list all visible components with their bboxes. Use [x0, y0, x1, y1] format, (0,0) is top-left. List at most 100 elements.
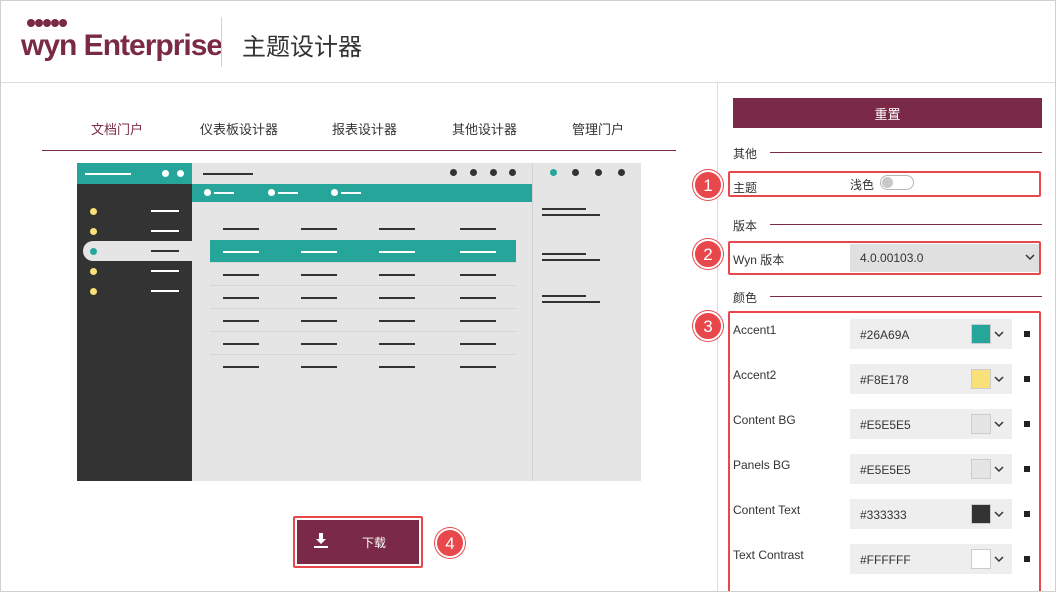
color-picker-field[interactable]: #F8E178: [850, 364, 1012, 394]
theme-toggle[interactable]: [880, 175, 914, 190]
preview-line: [214, 192, 234, 194]
version-value: 4.0.00103.0: [860, 251, 924, 265]
color-options-icon[interactable]: [1024, 421, 1030, 427]
logo-wordmark: wyn Enterprise: [21, 29, 223, 62]
color-hex-value: #E5E5E5: [860, 418, 911, 432]
preview-toolbar: [192, 184, 532, 202]
color-picker-field[interactable]: #E5E5E5: [850, 409, 1012, 439]
color-swatch: [971, 324, 991, 344]
preview-dot: [450, 169, 457, 176]
preview-line: [542, 214, 600, 216]
section-title-version: 版本: [733, 219, 758, 233]
preview-dot: [162, 170, 169, 177]
color-options-icon[interactable]: [1024, 466, 1030, 472]
color-options-icon[interactable]: [1024, 511, 1030, 517]
chevron-down-icon: [1025, 254, 1035, 261]
color-label: Content BG: [733, 413, 796, 427]
section-title-other: 其他: [733, 147, 758, 161]
preview-line: [542, 301, 600, 303]
preview-cell-line: [301, 297, 337, 299]
preview-cell-line: [223, 343, 259, 345]
preview-cell-line: [379, 297, 415, 299]
theme-preview: [77, 163, 641, 481]
color-options-icon[interactable]: [1024, 376, 1030, 382]
theme-label: 主题: [733, 181, 758, 195]
preview-cell-line: [223, 274, 259, 276]
preview-dot: [90, 288, 97, 295]
color-swatch: [971, 369, 991, 389]
preview-dot: [618, 169, 625, 176]
preview-line: [151, 250, 179, 252]
preview-cell-line: [223, 251, 259, 253]
version-select[interactable]: 4.0.00103.0: [850, 244, 1041, 272]
preview-line: [151, 270, 179, 272]
preview-dot: [177, 170, 184, 177]
section-divider: [770, 296, 1042, 297]
preview-cell-line: [460, 274, 496, 276]
preview-dot: [595, 169, 602, 176]
color-picker-field[interactable]: #26A69A: [850, 319, 1012, 349]
tab-report-designer[interactable]: 报表设计器: [332, 119, 397, 138]
color-options-icon[interactable]: [1024, 556, 1030, 562]
tab-dashboard-designer[interactable]: 仪表板设计器: [200, 119, 278, 138]
designer-tabs: 文档门户 仪表板设计器 报表设计器 其他设计器 管理门户: [42, 109, 676, 151]
preview-cell-line: [301, 228, 337, 230]
preview-line: [542, 253, 586, 255]
header: wyn Enterprise 主题设计器: [1, 1, 1055, 83]
tab-other-designers[interactable]: 其他设计器: [452, 119, 517, 138]
color-picker-field[interactable]: #FFFFFF: [850, 544, 1012, 574]
preview-cell-line: [301, 274, 337, 276]
preview-dot: [90, 268, 97, 275]
preview-cell-line: [223, 228, 259, 230]
color-hex-value: #26A69A: [860, 328, 910, 342]
preview-cell-line: [379, 274, 415, 276]
color-picker-field[interactable]: #E5E5E5: [850, 454, 1012, 484]
preview-cell-line: [301, 320, 337, 322]
preview-cell-line: [223, 366, 259, 368]
preview-cell-line: [460, 320, 496, 322]
color-swatch: [971, 549, 991, 569]
color-picker-field[interactable]: #333333: [850, 499, 1012, 529]
preview-cell-line: [379, 251, 415, 253]
preview-dot: [90, 248, 97, 255]
download-label: 下载: [362, 536, 387, 550]
preview-dot: [204, 189, 211, 196]
wyn-logo: wyn Enterprise: [21, 15, 223, 67]
preview-line: [542, 259, 600, 261]
section-title-colors: 颜色: [733, 291, 758, 305]
preview-cell-line: [460, 228, 496, 230]
preview-dot: [90, 208, 97, 215]
chevron-down-icon: [994, 331, 1004, 338]
chevron-down-icon: [994, 376, 1004, 383]
theme-designer-window: wyn Enterprise 主题设计器 文档门户 仪表板设计器 报表设计器 其…: [0, 0, 1056, 592]
chevron-down-icon: [994, 466, 1004, 473]
download-button[interactable]: 下载: [297, 520, 419, 564]
preview-cell-line: [379, 320, 415, 322]
preview-dot: [490, 169, 497, 176]
preview-dot: [90, 228, 97, 235]
download-icon: [314, 533, 328, 548]
preview-row-separator: [210, 354, 516, 355]
preview-row-separator: [210, 331, 516, 332]
tab-document-portal[interactable]: 文档门户: [91, 119, 143, 138]
preview-dot: [331, 189, 338, 196]
chevron-down-icon: [994, 421, 1004, 428]
preview-line: [341, 192, 361, 194]
section-divider: [770, 224, 1042, 225]
reset-button[interactable]: 重置: [733, 98, 1042, 128]
tab-admin-portal[interactable]: 管理门户: [572, 119, 624, 138]
preview-line: [151, 210, 179, 212]
header-divider: [221, 17, 222, 67]
preview-cell-line: [379, 366, 415, 368]
color-swatch: [971, 414, 991, 434]
preview-line: [542, 295, 586, 297]
color-options-icon[interactable]: [1024, 331, 1030, 337]
color-hex-value: #E5E5E5: [860, 463, 911, 477]
section-divider: [770, 152, 1042, 153]
callout-badge-2: 2: [693, 239, 723, 269]
preview-dot: [268, 189, 275, 196]
color-hex-value: #333333: [860, 508, 907, 522]
color-label: Panels BG: [733, 458, 791, 472]
preview-cell-line: [460, 251, 496, 253]
color-label: Accent2: [733, 368, 777, 382]
